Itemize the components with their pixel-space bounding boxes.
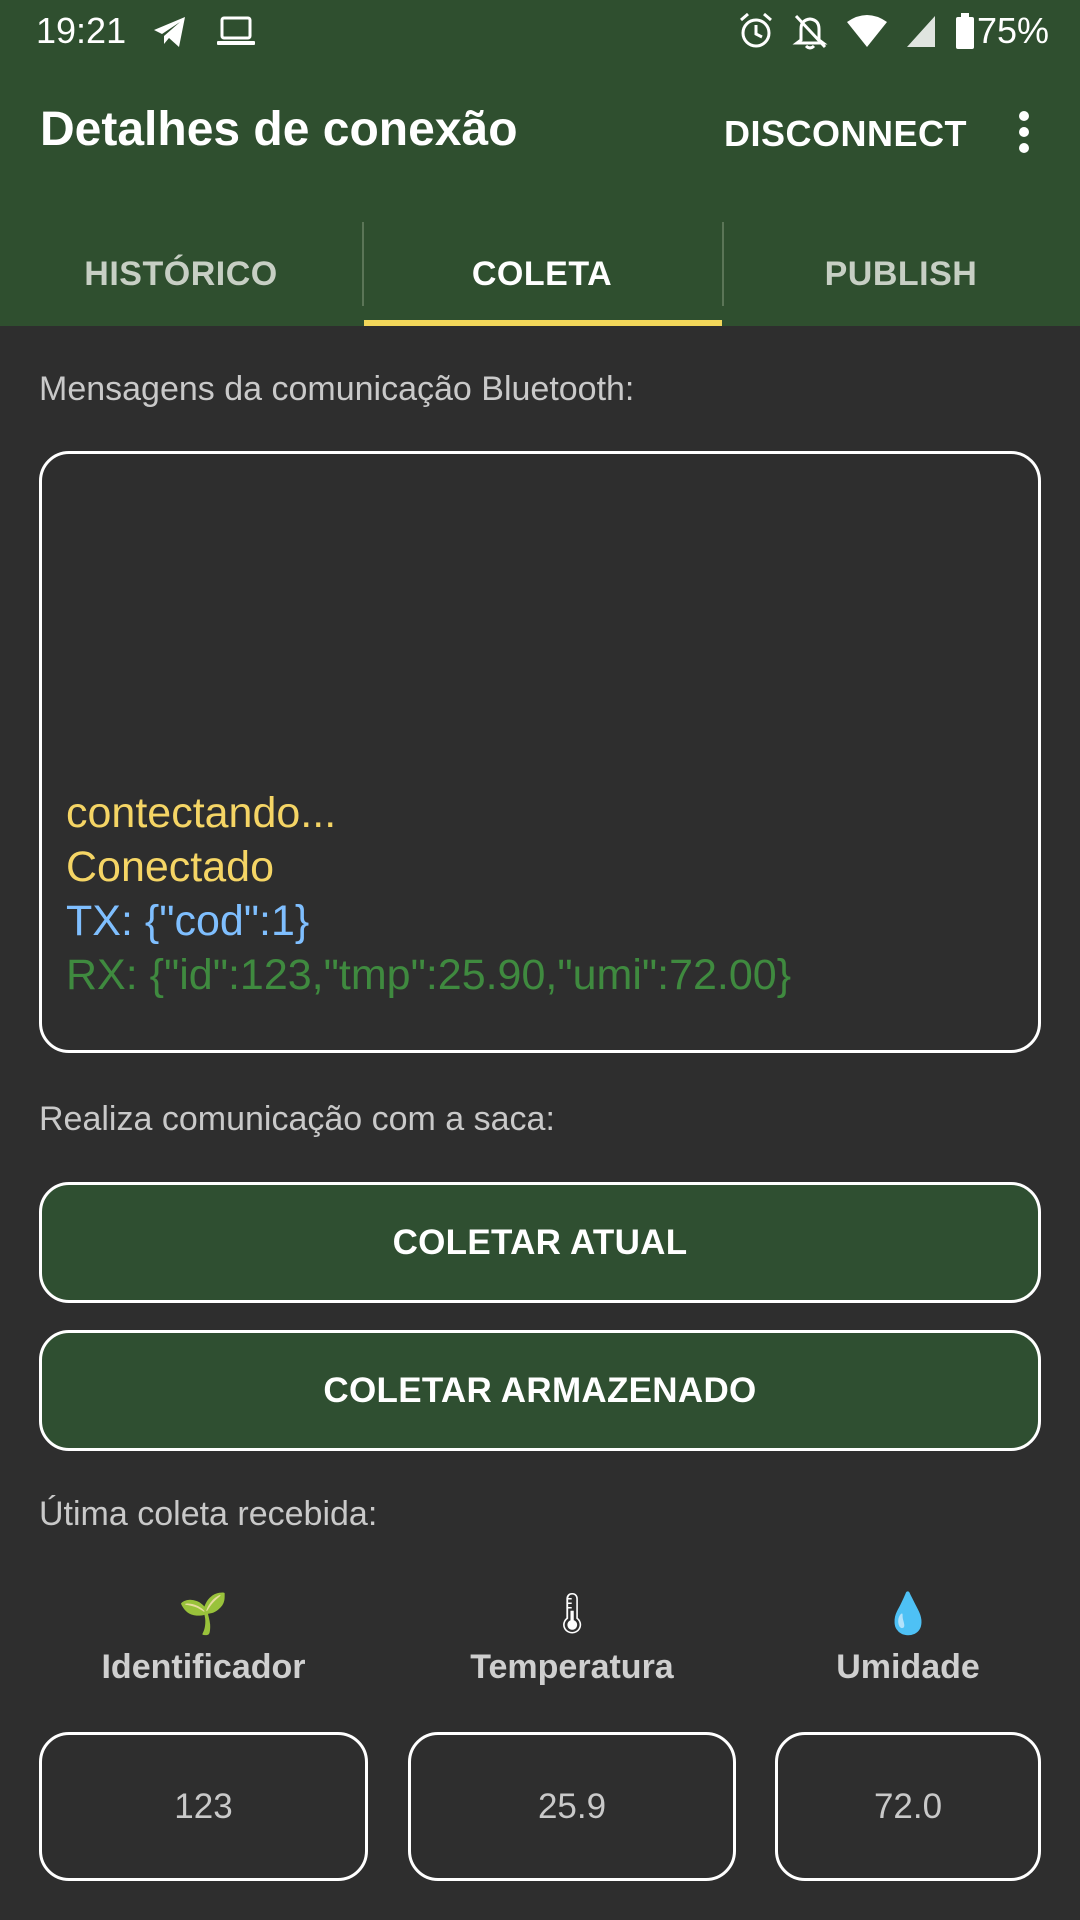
metric-title: Temperatura xyxy=(470,1648,674,1686)
laptop-icon xyxy=(217,16,255,45)
status-bar: 19:21 75% xyxy=(0,0,1080,64)
droplet-icon: 💧 xyxy=(883,1591,933,1637)
signal-icon xyxy=(907,16,935,47)
tab-selected-indicator xyxy=(364,320,722,326)
communication-label: Realiza comunicação com a saca: xyxy=(39,1100,555,1138)
log-line-rx: RX: {"id":123,"tmp":25.90,"umi":72.00} xyxy=(66,951,792,999)
collect-current-button[interactable]: COLETAR ATUAL xyxy=(39,1182,1041,1303)
bluetooth-log: contectando... Conectado TX: {"cod":1} R… xyxy=(66,786,791,1002)
more-vert-icon xyxy=(1019,111,1029,153)
battery-icon xyxy=(956,13,974,49)
page-title: Detalhes de conexão xyxy=(40,103,518,156)
identifier-value-field: 123 xyxy=(39,1732,368,1881)
seedling-icon: 🌱 xyxy=(178,1591,229,1637)
status-left-icons xyxy=(152,14,256,50)
tab-bar: HISTÓRICO COLETA PUBLISH xyxy=(0,222,1080,326)
battery-percent: 75% xyxy=(977,10,1050,51)
wifi-icon xyxy=(847,15,887,47)
log-line-status: contectando... xyxy=(66,789,337,837)
tab-divider xyxy=(722,222,724,306)
metric-header-temperature: 🌡 Temperatura xyxy=(408,1592,736,1687)
tab-divider xyxy=(362,222,364,306)
humidity-value-field: 72.0 xyxy=(775,1732,1041,1881)
last-collect-label: Útima coleta recebida: xyxy=(39,1495,378,1533)
collect-stored-button[interactable]: COLETAR ARMAZENADO xyxy=(39,1330,1041,1451)
telegram-icon xyxy=(154,17,185,47)
bluetooth-log-panel[interactable]: contectando... Conectado TX: {"cod":1} R… xyxy=(39,451,1041,1053)
tab-publish[interactable]: PUBLISH xyxy=(722,222,1080,326)
thermometer-icon: 🌡 xyxy=(546,1591,598,1637)
tab-historico[interactable]: HISTÓRICO xyxy=(0,222,362,326)
disconnect-button[interactable]: DISCONNECT xyxy=(724,106,967,162)
temperature-value-field: 25.9 xyxy=(408,1732,736,1881)
bluetooth-messages-label: Mensagens da comunicação Bluetooth: xyxy=(39,370,635,408)
notifications-off-icon xyxy=(792,14,828,50)
alarm-icon xyxy=(740,12,772,48)
metric-title: Umidade xyxy=(836,1648,980,1686)
overflow-menu-button[interactable] xyxy=(1004,108,1044,156)
status-time: 19:21 xyxy=(36,10,127,51)
tab-coleta[interactable]: COLETA xyxy=(362,222,722,326)
log-line-status: Conectado xyxy=(66,843,274,891)
metric-header-humidity: 💧 Umidade xyxy=(775,1592,1041,1687)
metric-header-identifier: 🌱 Identificador xyxy=(39,1592,368,1687)
app-header: 19:21 75% Detalhes de conexão DISCONNECT… xyxy=(0,0,1080,326)
metric-title: Identificador xyxy=(101,1648,306,1686)
status-right-icons xyxy=(738,12,976,50)
log-line-tx: TX: {"cod":1} xyxy=(66,897,310,945)
